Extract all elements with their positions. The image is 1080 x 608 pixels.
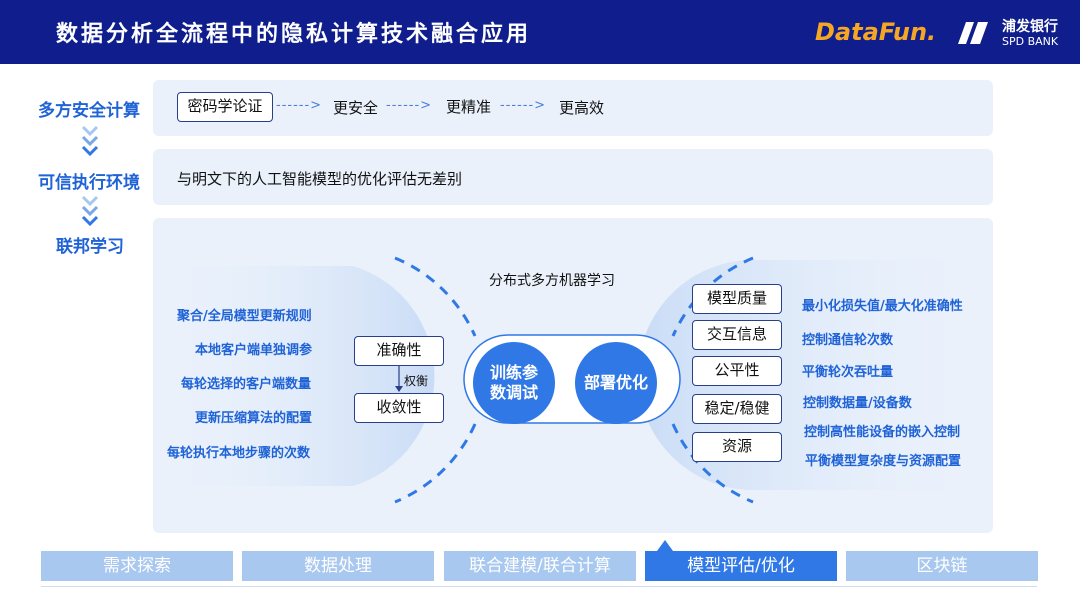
left-item-1: 聚合/全局模型更新规则 bbox=[177, 309, 312, 324]
arrow-3: ------> bbox=[500, 98, 547, 113]
deploy-opt-label: 部署优化 bbox=[583, 373, 648, 392]
train-param-label: 训练参数调试 bbox=[489, 363, 538, 402]
left-item-3: 每轮选择的客户端数量 bbox=[181, 377, 312, 392]
right-box-interaction: 交互信息 bbox=[692, 320, 782, 350]
active-tab-pointer-icon bbox=[657, 540, 673, 551]
fl-center-title: 分布式多方机器学习 bbox=[489, 273, 615, 289]
right-item-3: 平衡轮次吞吐量 bbox=[802, 365, 894, 380]
right-item-2: 控制通信轮次数 bbox=[802, 333, 894, 348]
deploy-opt-circle: 部署优化 bbox=[575, 342, 657, 424]
item-precise: 更精准 bbox=[446, 98, 492, 116]
tab-joint-modeling[interactable]: 联合建模/联合计算 bbox=[444, 551, 636, 581]
convergence-box: 收敛性 bbox=[354, 393, 444, 423]
spd-bank-cn: 浦发银行 bbox=[1002, 19, 1058, 35]
item-efficient: 更高效 bbox=[559, 99, 605, 117]
tab-model-evaluation[interactable]: 模型评估/优化 bbox=[645, 551, 837, 581]
arrow-2: ------> bbox=[386, 98, 433, 113]
label-fl: 联邦学习 bbox=[56, 237, 124, 257]
page-title: 数据分析全流程中的隐私计算技术融合应用 bbox=[56, 22, 532, 47]
spd-bank-logo: 浦发银行 SPD BANK bbox=[956, 14, 1072, 52]
tradeoff-label: 权衡 bbox=[404, 374, 429, 388]
item-safer: 更安全 bbox=[333, 99, 379, 117]
spd-bank-icon bbox=[958, 22, 988, 44]
crypto-proof-box: 密码学论证 bbox=[177, 92, 273, 122]
right-item-4: 控制数据量/设备数 bbox=[803, 396, 912, 411]
right-item-5: 控制高性能设备的嵌入控制 bbox=[804, 425, 961, 440]
right-box-fairness: 公平性 bbox=[692, 356, 782, 386]
right-item-1: 最小化损失值/最大化准确性 bbox=[802, 299, 963, 314]
tab-data-processing[interactable]: 数据处理 bbox=[242, 551, 434, 581]
bottom-divider bbox=[41, 586, 1037, 587]
tab-demand-exploration[interactable]: 需求探索 bbox=[41, 551, 233, 581]
left-item-4: 更新压缩算法的配置 bbox=[195, 411, 313, 426]
left-item-5: 每轮执行本地步骤的次数 bbox=[167, 446, 311, 461]
spd-bank-en: SPD BANK bbox=[1002, 35, 1059, 48]
right-box-resource: 资源 bbox=[692, 432, 782, 462]
right-item-6: 平衡模型复杂度与资源配置 bbox=[805, 454, 962, 469]
accuracy-box: 准确性 bbox=[354, 336, 444, 366]
tee-text: 与明文下的人工智能模型的优化评估无差别 bbox=[177, 170, 463, 188]
header-bar: 数据分析全流程中的隐私计算技术融合应用 DataFun. 浦发银行 SPD BA… bbox=[0, 0, 1080, 64]
label-mpc: 多方安全计算 bbox=[38, 101, 140, 121]
label-tee: 可信执行环境 bbox=[38, 173, 140, 193]
tab-blockchain[interactable]: 区块链 bbox=[846, 551, 1038, 581]
chevron-down-icon bbox=[81, 125, 99, 156]
right-box-stability: 稳定/稳健 bbox=[692, 394, 782, 424]
train-param-circle: 训练参数调试 bbox=[473, 342, 555, 424]
left-item-2: 本地客户端单独调参 bbox=[195, 343, 313, 358]
arrow-1: ------> bbox=[276, 98, 323, 113]
right-box-quality: 模型质量 bbox=[692, 284, 782, 314]
chevron-down-icon bbox=[81, 195, 99, 226]
datafun-logo: DataFun. bbox=[815, 18, 937, 46]
